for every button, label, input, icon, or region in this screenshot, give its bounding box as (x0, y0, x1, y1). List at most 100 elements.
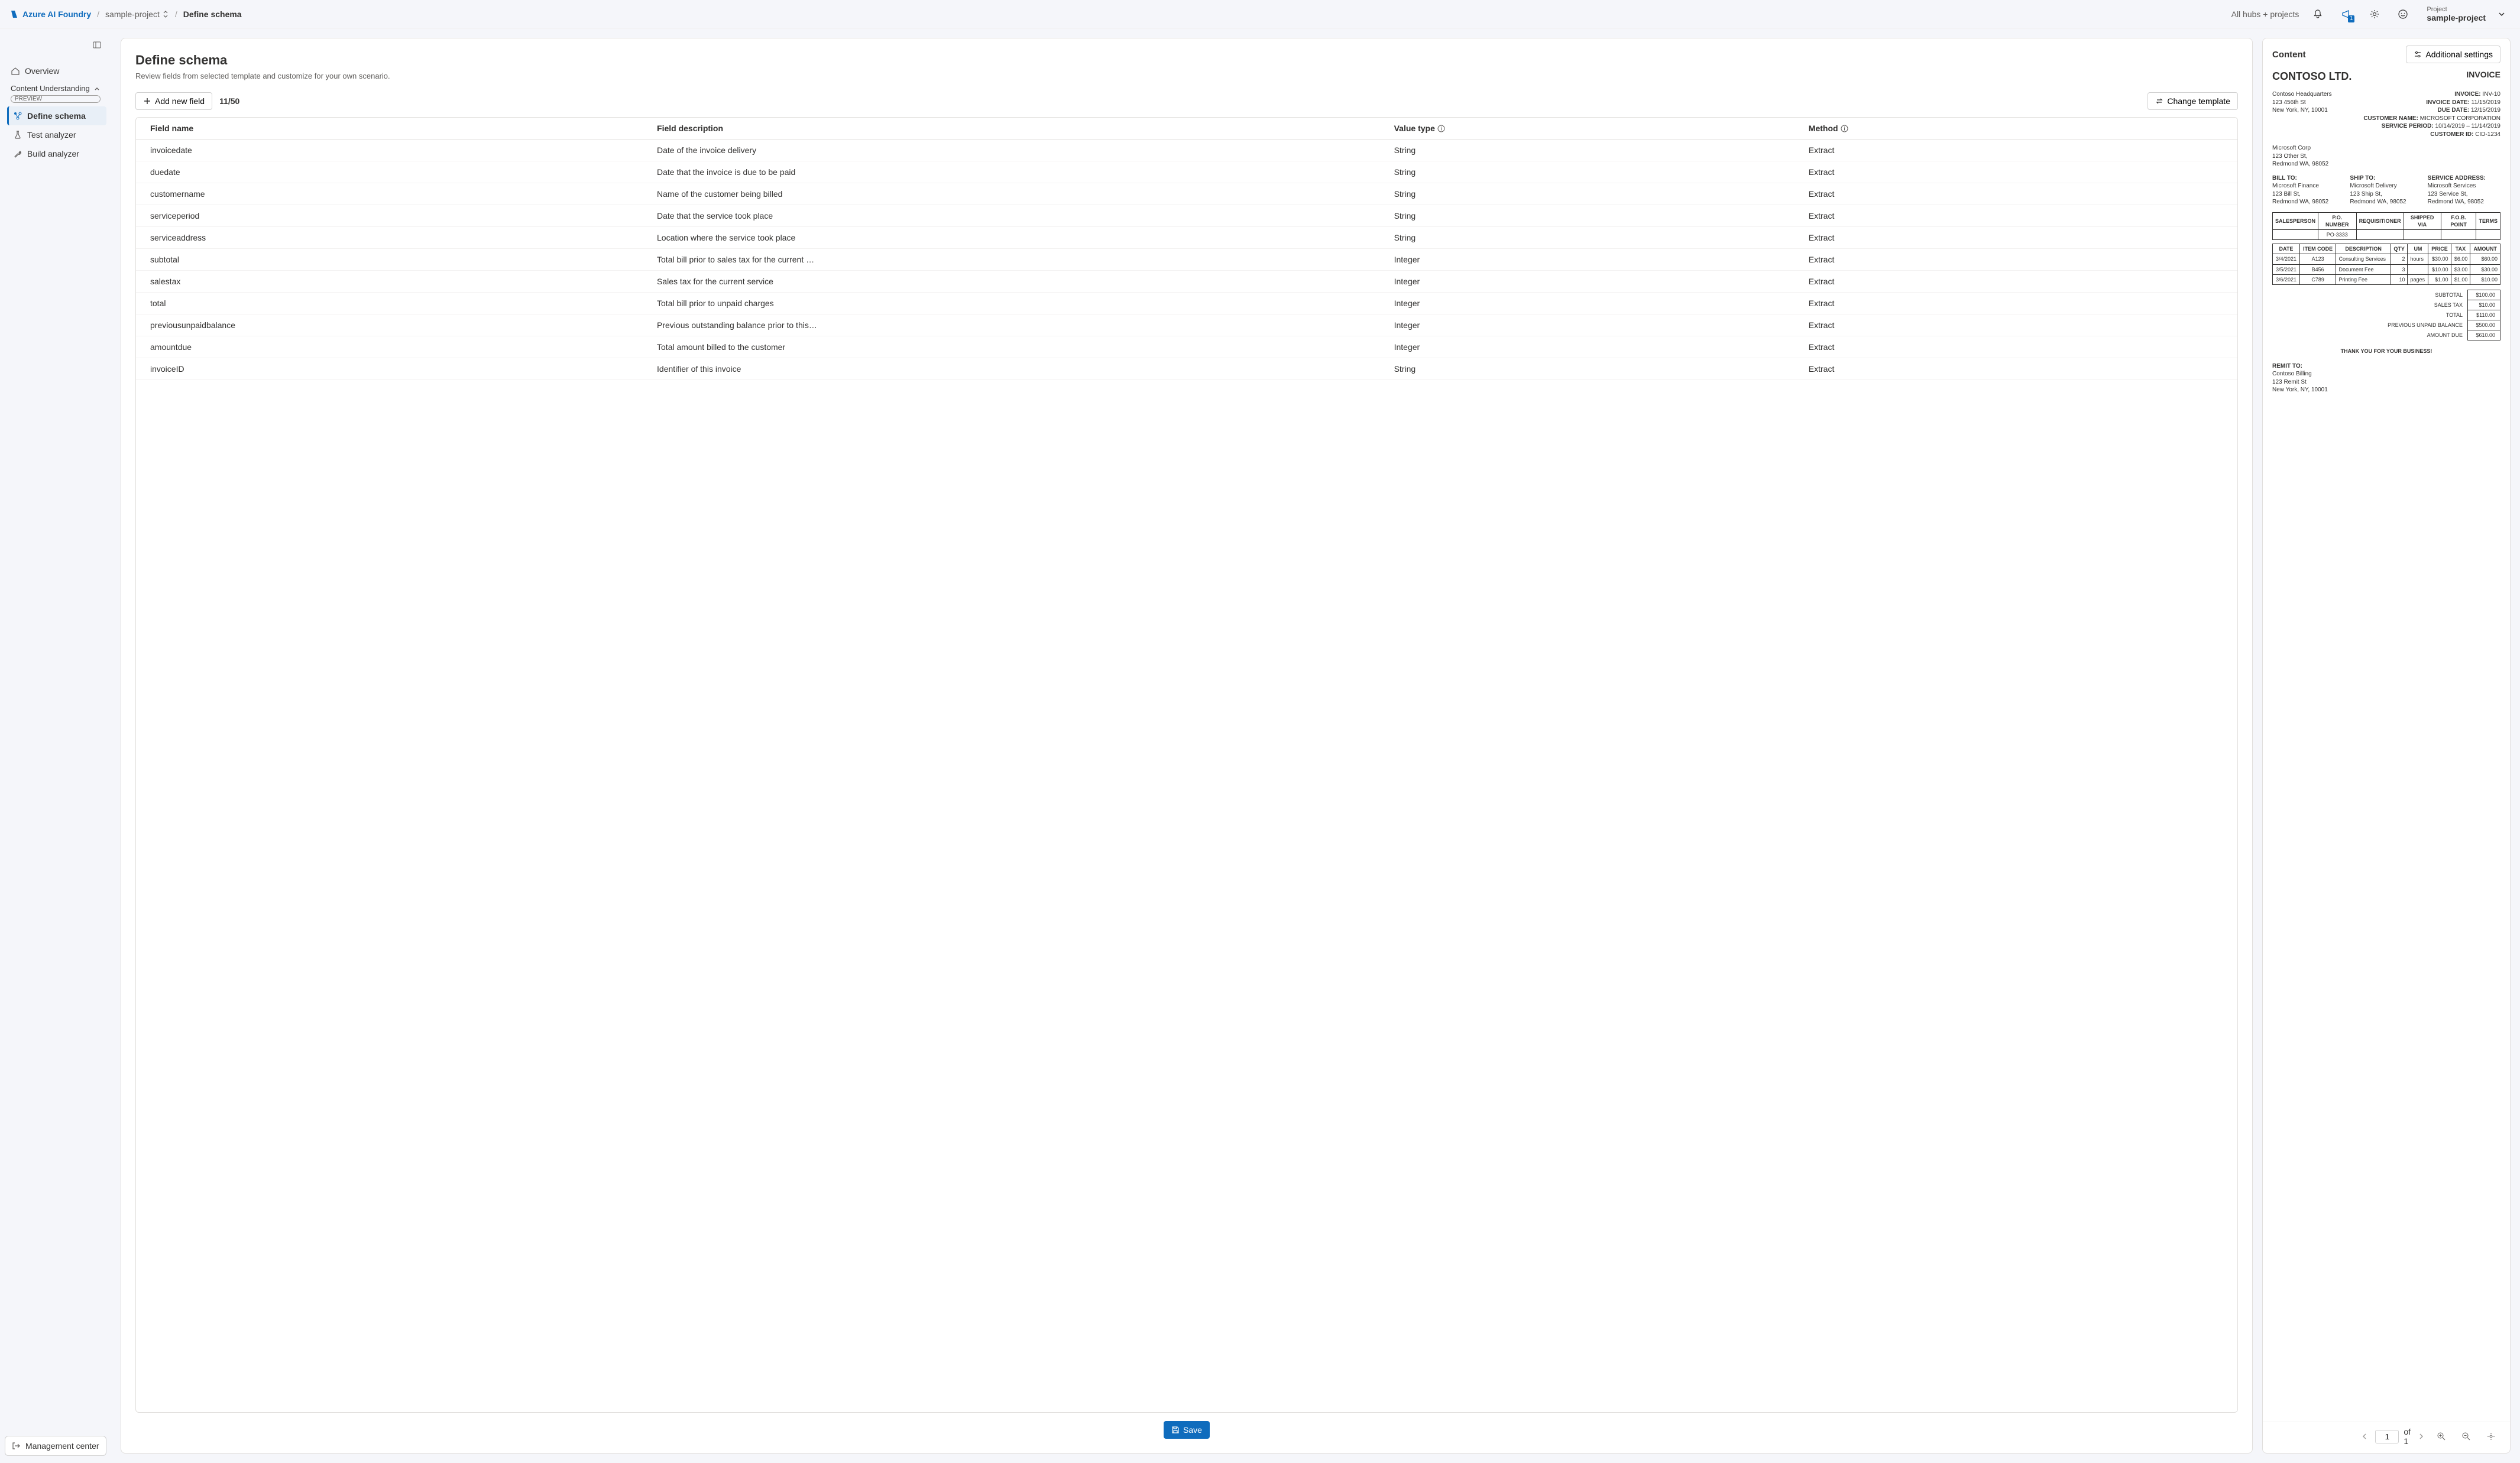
cell-name: salestax (150, 277, 657, 286)
brand[interactable]: Azure AI Foundry (9, 9, 91, 19)
table-row[interactable]: subtotalTotal bill prior to sales tax fo… (136, 249, 2237, 271)
main-area: Define schema Review fields from selecte… (111, 28, 2520, 1463)
additional-settings-button[interactable]: Additional settings (2406, 46, 2500, 63)
sidebar: Overview Content Understanding PREVIEW D… (0, 28, 111, 1463)
breadcrumb-project[interactable]: sample-project (105, 9, 169, 19)
sidebar-item-test-analyzer[interactable]: Test analyzer (7, 125, 106, 144)
zoom-out-button[interactable] (2457, 1427, 2476, 1446)
sidebar-item-label: Define schema (27, 111, 86, 121)
customer-address: Microsoft Corp123 Other St,Redmond WA, 9… (2272, 144, 2500, 168)
project-label: Project (2427, 6, 2486, 13)
cell-desc: Name of the customer being billed (657, 189, 1394, 199)
sidebar-section-content[interactable]: Content Understanding (5, 80, 106, 94)
collapse-sidebar-button[interactable] (88, 35, 106, 54)
info-icon[interactable] (1437, 125, 1445, 132)
col-value-type: Value type (1394, 124, 1809, 133)
cell-type: Integer (1394, 299, 1809, 308)
document-preview[interactable]: CONTOSO LTD. INVOICE Contoso Headquarter… (2263, 69, 2510, 1422)
announce-badge: 1 (2348, 15, 2355, 22)
schema-icon (13, 111, 22, 121)
bill-to: BILL TO:Microsoft Finance123 Bill St,Red… (2272, 174, 2345, 206)
table-row[interactable]: customernameName of the customer being b… (136, 183, 2237, 205)
cell-type: String (1394, 189, 1809, 199)
cell-desc: Date that the service took place (657, 211, 1394, 220)
table-row[interactable]: serviceperiodDate that the service took … (136, 205, 2237, 227)
sidebar-item-overview[interactable]: Overview (5, 61, 106, 80)
next-page-button[interactable] (2415, 1430, 2427, 1442)
sidebar-item-define-schema[interactable]: Define schema (7, 106, 106, 125)
home-icon (11, 66, 20, 76)
hq-address: Contoso Headquarters123 456th StNew York… (2272, 90, 2332, 138)
prev-page-button[interactable] (2359, 1430, 2370, 1442)
cell-name: total (150, 299, 657, 308)
top-header: Azure AI Foundry / sample-project / Defi… (0, 0, 2520, 28)
notifications-button[interactable] (2308, 5, 2327, 24)
change-template-label: Change template (2167, 96, 2230, 106)
cell-method: Extract (1809, 299, 2223, 308)
zoom-in-button[interactable] (2432, 1427, 2451, 1446)
crumb-sep: / (97, 9, 99, 19)
settings-button[interactable] (2365, 5, 2384, 24)
table-row[interactable]: amountdueTotal amount billed to the cust… (136, 336, 2237, 358)
cell-type: String (1394, 233, 1809, 242)
cell-desc: Date that the invoice is due to be paid (657, 167, 1394, 177)
cell-desc: Total amount billed to the customer (657, 342, 1394, 352)
sidebar-item-build-analyzer[interactable]: Build analyzer (7, 144, 106, 163)
cell-method: Extract (1809, 211, 2223, 220)
management-center-button[interactable]: Management center (5, 1436, 106, 1456)
change-template-button[interactable]: Change template (2147, 92, 2238, 110)
zoom-in-icon (2437, 1432, 2446, 1441)
cell-desc: Sales tax for the current service (657, 277, 1394, 286)
table-row[interactable]: previousunpaidbalancePrevious outstandin… (136, 314, 2237, 336)
sliders-icon (2414, 50, 2422, 59)
info-icon[interactable] (1841, 125, 1848, 132)
cell-name: subtotal (150, 255, 657, 264)
invoice-word: INVOICE (2466, 69, 2500, 80)
add-field-label: Add new field (155, 96, 205, 106)
save-button[interactable]: Save (1164, 1421, 1210, 1439)
table-row[interactable]: invoiceIDIdentifier of this invoiceStrin… (136, 358, 2237, 380)
table-row[interactable]: salestaxSales tax for the current servic… (136, 271, 2237, 293)
table-row[interactable]: totalTotal bill prior to unpaid chargesI… (136, 293, 2237, 314)
hubs-link[interactable]: All hubs + projects (2231, 9, 2299, 19)
announcements-button[interactable]: 1 (2337, 5, 2356, 24)
flask-icon (13, 130, 22, 140)
table-row[interactable]: duedateDate that the invoice is due to b… (136, 161, 2237, 183)
zoom-out-icon (2461, 1432, 2471, 1441)
cell-method: Extract (1809, 167, 2223, 177)
table-row[interactable]: invoicedateDate of the invoice deliveryS… (136, 140, 2237, 161)
table-row[interactable]: serviceaddressLocation where the service… (136, 227, 2237, 249)
pager: of 1 (2359, 1427, 2427, 1446)
save-label: Save (1183, 1425, 1202, 1435)
preview-header: Content Additional settings (2263, 46, 2510, 69)
add-field-button[interactable]: Add new field (135, 92, 212, 110)
breadcrumb-current: Define schema (183, 9, 242, 19)
sidebar-item-label: Test analyzer (27, 130, 76, 140)
invoice-totals: SUBTOTAL$100.00SALES TAX$10.00TOTAL$110.… (2383, 290, 2500, 341)
cell-method: Extract (1809, 342, 2223, 352)
project-switcher[interactable]: Project sample-project (2422, 4, 2511, 25)
azure-logo-icon (9, 9, 19, 19)
page-input[interactable] (2375, 1430, 2399, 1443)
sidebar-item-label: Build analyzer (27, 149, 79, 158)
cell-desc: Identifier of this invoice (657, 364, 1394, 374)
sidebar-section-label: Content Understanding (11, 84, 90, 94)
invoice-thanks: THANK YOU FOR YOUR BUSINESS! (2272, 348, 2500, 355)
feedback-button[interactable] (2393, 5, 2412, 24)
fit-button[interactable] (2482, 1427, 2500, 1446)
chevron-right-icon (2418, 1433, 2425, 1440)
page-subtitle: Review fields from selected template and… (135, 72, 2238, 80)
swap-icon (2155, 97, 2163, 105)
preview-panel: Content Additional settings CONTOSO LTD.… (2262, 38, 2511, 1454)
chevron-down-icon (2498, 10, 2506, 18)
smile-icon (2398, 9, 2408, 20)
cell-name: invoicedate (150, 145, 657, 155)
schema-toolbar: Add new field 11/50 Change template (135, 92, 2238, 110)
cell-method: Extract (1809, 233, 2223, 242)
cell-method: Extract (1809, 145, 2223, 155)
cell-method: Extract (1809, 189, 2223, 199)
save-bar: Save (135, 1413, 2238, 1439)
col-field-desc: Field description (657, 124, 1394, 133)
cell-name: invoiceID (150, 364, 657, 374)
cell-name: serviceperiod (150, 211, 657, 220)
